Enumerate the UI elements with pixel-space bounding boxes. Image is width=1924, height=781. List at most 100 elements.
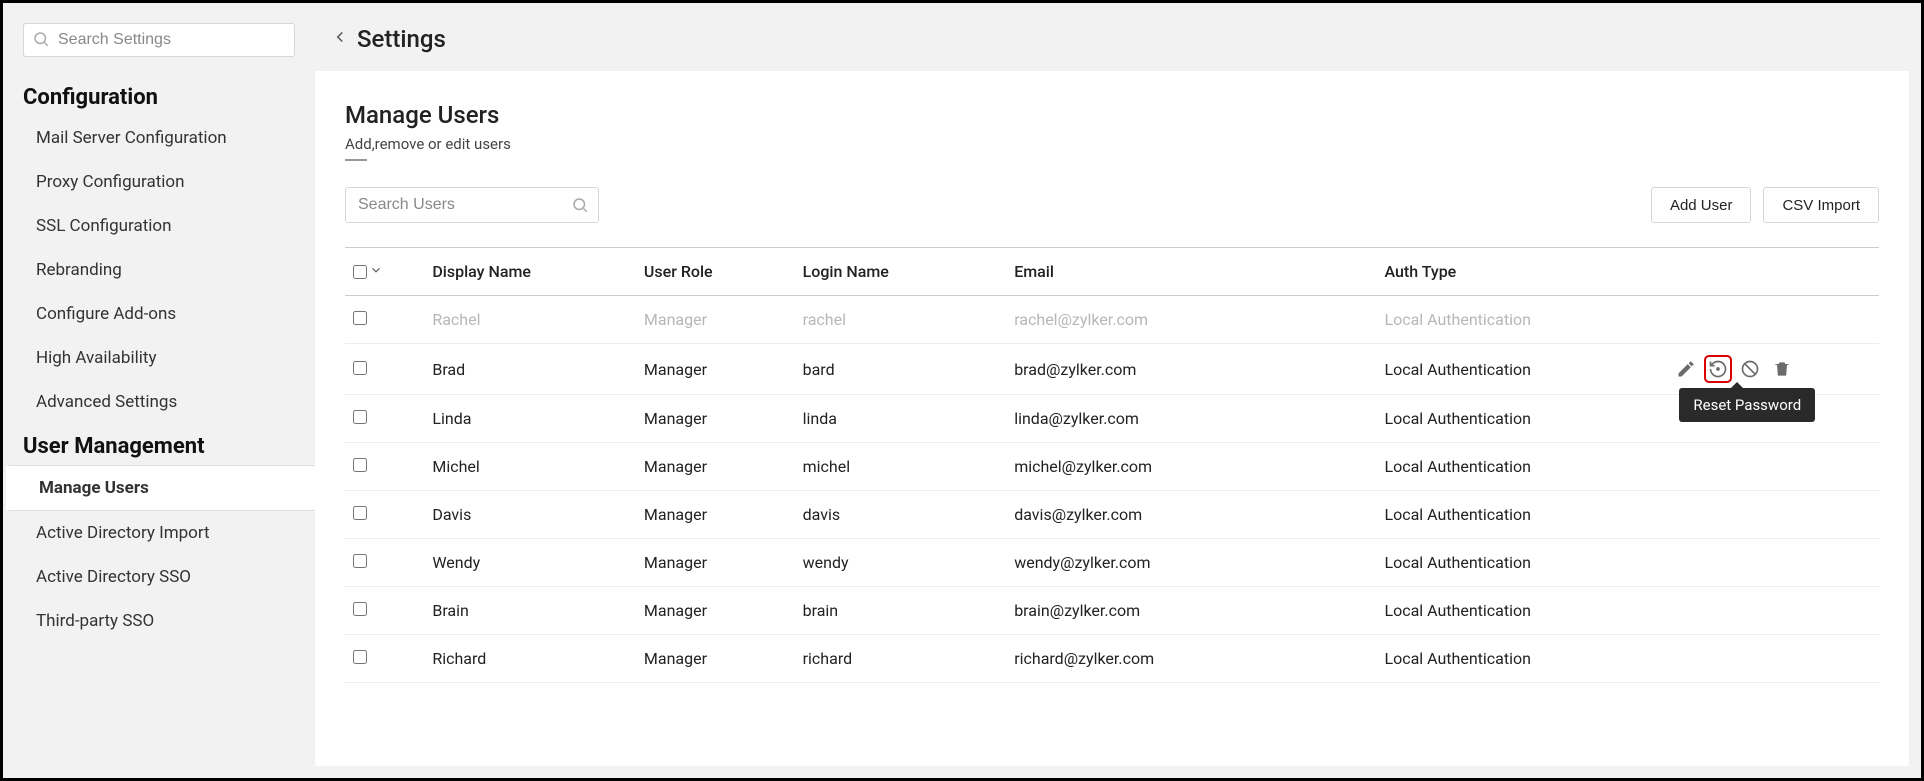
add-user-button[interactable]: Add User: [1651, 187, 1752, 223]
select-all-checkbox[interactable]: [353, 265, 367, 279]
search-icon: [32, 30, 50, 48]
search-settings-input[interactable]: [23, 23, 295, 57]
sidebar-item-label: Active Directory SSO: [36, 567, 191, 587]
row-checkbox[interactable]: [353, 650, 367, 664]
header-login-name[interactable]: Login Name: [795, 248, 1007, 296]
table-header-row: Display Name User Role Login Name Email …: [345, 248, 1879, 296]
row-checkbox[interactable]: [353, 602, 367, 616]
cell-login-name: wendy: [795, 539, 1007, 587]
cell-email: richard@zylker.com: [1006, 635, 1376, 683]
cell-auth-type: Local Authentication: [1376, 635, 1667, 683]
cell-user-role: Manager: [636, 395, 795, 443]
row-checkbox[interactable]: [353, 311, 367, 325]
sidebar-item-label: Advanced Settings: [36, 392, 177, 412]
toolbar-buttons: Add User CSV Import: [1651, 187, 1879, 223]
sidebar-item-label: Third-party SSO: [36, 611, 154, 631]
main-area: Settings Manage Users Add,remove or edit…: [315, 3, 1921, 778]
cell-auth-type: Local Authentication: [1376, 491, 1667, 539]
sidebar-item-label: Mail Server Configuration: [36, 128, 227, 148]
cell-auth-type: Local Authentication: [1376, 443, 1667, 491]
search-users-wrapper: [345, 187, 599, 223]
cell-display-name: Richard: [424, 635, 636, 683]
cell-auth-type: Local Authentication: [1376, 344, 1667, 395]
sidebar-item-mail-server[interactable]: Mail Server Configuration: [3, 116, 315, 160]
sidebar-item-ssl[interactable]: SSL Configuration: [3, 204, 315, 248]
table-row[interactable]: LindaManagerlindalinda@zylker.comLocal A…: [345, 395, 1879, 443]
table-row[interactable]: MichelManagermichelmichel@zylker.comLoca…: [345, 443, 1879, 491]
header-auth-type[interactable]: Auth Type: [1376, 248, 1667, 296]
cell-actions: Reset Password: [1667, 344, 1879, 395]
cell-user-role: Manager: [636, 635, 795, 683]
table-row[interactable]: BrainManagerbrainbrain@zylker.comLocal A…: [345, 587, 1879, 635]
cell-email: linda@zylker.com: [1006, 395, 1376, 443]
users-table: Display Name User Role Login Name Email …: [345, 247, 1879, 683]
sidebar-item-label: Rebranding: [36, 260, 122, 280]
cell-display-name: Michel: [424, 443, 636, 491]
row-actions: Reset Password: [1675, 358, 1871, 380]
cell-user-role: Manager: [636, 443, 795, 491]
cell-actions: [1667, 296, 1879, 344]
cell-email: brain@zylker.com: [1006, 587, 1376, 635]
content-panel: Manage Users Add,remove or edit users Ad…: [315, 71, 1909, 766]
edit-icon[interactable]: [1675, 358, 1697, 380]
sidebar-item-label: Manage Users: [39, 478, 149, 498]
sidebar-item-label: Active Directory Import: [36, 523, 210, 543]
row-checkbox[interactable]: [353, 458, 367, 472]
cell-email: davis@zylker.com: [1006, 491, 1376, 539]
sidebar-section-user-management: User Management: [3, 424, 315, 465]
cell-login-name: bard: [795, 344, 1007, 395]
sidebar-item-proxy[interactable]: Proxy Configuration: [3, 160, 315, 204]
breadcrumb-settings[interactable]: Settings: [357, 25, 446, 53]
sidebar-section-configuration: Configuration: [3, 75, 315, 116]
page-subtitle: Add,remove or edit users: [345, 135, 1879, 153]
row-checkbox[interactable]: [353, 506, 367, 520]
sidebar-item-ad-sso[interactable]: Active Directory SSO: [3, 555, 315, 599]
cell-auth-type: Local Authentication: [1376, 587, 1667, 635]
sidebar-item-addons[interactable]: Configure Add-ons: [3, 292, 315, 336]
table-row[interactable]: DavisManagerdavisdavis@zylker.comLocal A…: [345, 491, 1879, 539]
reset-password-icon[interactable]: [1707, 358, 1729, 380]
sidebar-item-high-availability[interactable]: High Availability: [3, 336, 315, 380]
cell-display-name: Rachel: [424, 296, 636, 344]
chevron-down-icon[interactable]: [369, 262, 383, 281]
row-checkbox[interactable]: [353, 410, 367, 424]
cell-user-role: Manager: [636, 296, 795, 344]
header-actions: [1667, 248, 1879, 296]
cell-display-name: Wendy: [424, 539, 636, 587]
disable-icon[interactable]: [1739, 358, 1761, 380]
header-user-role[interactable]: User Role: [636, 248, 795, 296]
sidebar-item-manage-users[interactable]: Manage Users: [6, 465, 315, 511]
table-row[interactable]: WendyManagerwendywendy@zylker.comLocal A…: [345, 539, 1879, 587]
table-row[interactable]: BradManagerbardbrad@zylker.comLocal Auth…: [345, 344, 1879, 395]
sidebar-item-label: High Availability: [36, 348, 157, 368]
cell-display-name: Brain: [424, 587, 636, 635]
sidebar-item-advanced[interactable]: Advanced Settings: [3, 380, 315, 424]
sidebar-item-ad-import[interactable]: Active Directory Import: [3, 511, 315, 555]
cell-email: wendy@zylker.com: [1006, 539, 1376, 587]
cell-actions: [1667, 587, 1879, 635]
table-row[interactable]: RichardManagerrichardrichard@zylker.comL…: [345, 635, 1879, 683]
sidebar-item-rebranding[interactable]: Rebranding: [3, 248, 315, 292]
cell-user-role: Manager: [636, 539, 795, 587]
csv-import-button[interactable]: CSV Import: [1763, 187, 1879, 223]
sidebar-item-third-party-sso[interactable]: Third-party SSO: [3, 599, 315, 643]
cell-email: rachel@zylker.com: [1006, 296, 1376, 344]
header-email[interactable]: Email: [1006, 248, 1376, 296]
table-row[interactable]: RachelManagerrachelrachel@zylker.comLoca…: [345, 296, 1879, 344]
cell-login-name: brain: [795, 587, 1007, 635]
cell-login-name: michel: [795, 443, 1007, 491]
row-checkbox[interactable]: [353, 361, 367, 375]
cell-auth-type: Local Authentication: [1376, 395, 1667, 443]
header-display-name[interactable]: Display Name: [424, 248, 636, 296]
row-checkbox[interactable]: [353, 554, 367, 568]
settings-sidebar: Configuration Mail Server Configuration …: [3, 3, 315, 778]
sidebar-item-label: Proxy Configuration: [36, 172, 184, 192]
back-chevron-icon[interactable]: [329, 27, 351, 52]
topbar: Settings: [315, 3, 1921, 71]
cell-login-name: richard: [795, 635, 1007, 683]
search-icon[interactable]: [571, 196, 589, 214]
cell-login-name: davis: [795, 491, 1007, 539]
search-users-input[interactable]: [345, 187, 599, 223]
delete-icon[interactable]: [1771, 358, 1793, 380]
sidebar-item-label: Configure Add-ons: [36, 304, 176, 324]
